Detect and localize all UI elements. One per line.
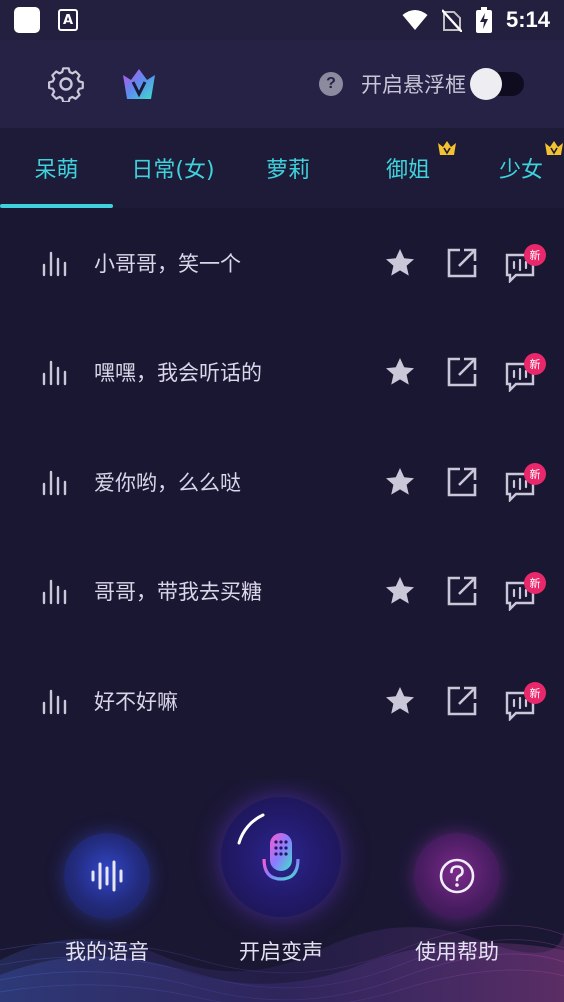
category-tabs: 呆萌 日常(女) 萝莉 御姐 少女 <box>0 128 564 208</box>
audio-wave-icon[interactable] <box>40 358 68 386</box>
vip-crown-icon <box>438 141 456 155</box>
list-item[interactable]: 小哥哥，笑一个 新 <box>0 208 564 318</box>
voice-item-text: 好不好嘛 <box>94 689 178 714</box>
no-sim-icon <box>441 9 462 32</box>
voice-item-text: 小哥哥，笑一个 <box>94 251 241 276</box>
tab-daimeng[interactable]: 呆萌 <box>0 128 113 208</box>
new-badge: 新 <box>524 572 546 595</box>
voice-item-text: 嘿嘿，我会听话的 <box>94 361 262 386</box>
voice-item-text: 爱你哟，么么哒 <box>94 470 241 495</box>
tab-label: 御姐 <box>385 158 430 183</box>
share-icon[interactable] <box>446 466 478 498</box>
favorite-star-icon[interactable] <box>384 466 416 498</box>
keyboard-notification-icon: A <box>58 9 78 31</box>
tab-label: 呆萌 <box>34 158 79 183</box>
audio-wave-icon[interactable] <box>40 249 68 277</box>
audio-wave-icon[interactable] <box>40 577 68 605</box>
battery-charging-icon <box>475 7 492 33</box>
voice-item-text: 哥哥，带我去买糖 <box>94 580 262 605</box>
list-item[interactable]: 爱你哟，么么哒 新 <box>0 427 564 537</box>
settings-gear-icon[interactable] <box>48 66 84 102</box>
vip-crown-icon[interactable] <box>120 65 158 103</box>
my-voice-label: 我的语音 <box>65 940 149 964</box>
voice-list: 小哥哥，笑一个 新 嘿嘿，我会听话的 新 爱你哟，么么哒 新 哥哥，带我去买糖 … <box>0 208 564 756</box>
list-item[interactable]: 嘿嘿，我会听话的 新 <box>0 318 564 428</box>
favorite-star-icon[interactable] <box>384 575 416 607</box>
new-badge: 新 <box>524 353 546 376</box>
tab-yujie[interactable]: 御姐 <box>353 128 463 208</box>
top-toolbar: ? 开启悬浮框 <box>0 40 564 128</box>
new-badge: 新 <box>524 462 546 485</box>
microphone-icon <box>237 813 300 890</box>
share-icon[interactable] <box>446 247 478 279</box>
tab-label: 日常(女) <box>131 158 215 183</box>
tab-daily-female[interactable]: 日常(女) <box>113 128 233 208</box>
my-voice-button[interactable] <box>64 833 150 919</box>
floating-window-label: 开启悬浮框 <box>361 73 466 97</box>
toggle-knob <box>470 68 502 100</box>
start-voice-change-button[interactable] <box>221 797 341 917</box>
share-icon[interactable] <box>446 356 478 388</box>
clock: 5:14 <box>505 7 550 32</box>
question-circle-icon <box>439 858 475 894</box>
help-label: 使用帮助 <box>415 940 499 964</box>
tab-label: 萝莉 <box>265 158 310 183</box>
bottom-control-bar: 我的语音 开启变声 使用帮助 <box>0 780 564 1002</box>
tab-shaonv[interactable]: 少女 <box>466 128 564 208</box>
new-badge: 新 <box>524 681 546 704</box>
tab-label: 少女 <box>498 158 543 183</box>
favorite-star-icon[interactable] <box>384 685 416 717</box>
favorite-star-icon[interactable] <box>384 247 416 279</box>
audio-wave-icon[interactable] <box>40 468 68 496</box>
help-icon[interactable]: ? <box>319 72 343 96</box>
floating-window-toggle[interactable] <box>470 68 524 100</box>
audio-wave-icon[interactable] <box>40 687 68 715</box>
share-icon[interactable] <box>446 575 478 607</box>
help-button[interactable] <box>414 833 500 919</box>
share-icon[interactable] <box>446 685 478 717</box>
start-voice-change-label: 开启变声 <box>239 940 323 964</box>
list-item[interactable]: 好不好嘛 新 <box>0 646 564 756</box>
wifi-icon <box>402 10 428 30</box>
sound-wave-icon <box>91 860 123 892</box>
status-bar: A 5:14 <box>0 0 564 40</box>
tab-loli[interactable]: 萝莉 <box>233 128 343 208</box>
list-item[interactable]: 哥哥，带我去买糖 新 <box>0 537 564 647</box>
vip-crown-icon <box>545 141 563 155</box>
app-notification-icon <box>14 7 40 33</box>
new-badge: 新 <box>524 243 546 266</box>
favorite-star-icon[interactable] <box>384 356 416 388</box>
